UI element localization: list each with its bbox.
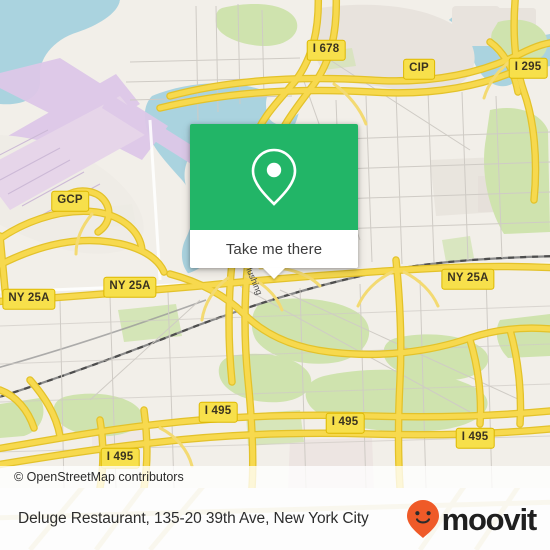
popup-pointer-tail (263, 268, 285, 279)
take-me-there-button[interactable]: Take me there (190, 230, 358, 268)
shield-cip[interactable]: CIP (403, 58, 435, 80)
shield-ny25a-center[interactable]: NY 25A (103, 276, 157, 298)
location-popup-card[interactable]: Take me there (190, 124, 358, 279)
moovit-map-screenshot: Flushing GCP I 678 CIP I 295 NY 25A NY 2… (0, 0, 550, 550)
shield-i495-a[interactable]: I 495 (198, 401, 238, 423)
shield-i295[interactable]: I 295 (508, 57, 548, 79)
shield-i495-d[interactable]: I 495 (455, 427, 495, 449)
shield-i678[interactable]: I 678 (306, 39, 346, 61)
moovit-wordmark: moovit (441, 501, 538, 537)
shield-ny25a-west[interactable]: NY 25A (2, 288, 56, 310)
shield-ny25a-east[interactable]: NY 25A (441, 268, 495, 290)
map-pin-icon (251, 148, 297, 206)
shield-gcp[interactable]: GCP (51, 190, 89, 212)
moovit-smiley-pin-icon (406, 500, 439, 538)
map-attribution[interactable]: © OpenStreetMap contributors (0, 465, 550, 488)
shield-i495-b[interactable]: I 495 (325, 412, 365, 434)
footer-bar: Deluge Restaurant, 135-20 39th Ave, New … (0, 488, 550, 550)
popup-image-panel (190, 124, 358, 230)
moovit-logo[interactable]: moovit (406, 499, 538, 539)
location-title: Deluge Restaurant, 135-20 39th Ave, New … (18, 510, 369, 527)
